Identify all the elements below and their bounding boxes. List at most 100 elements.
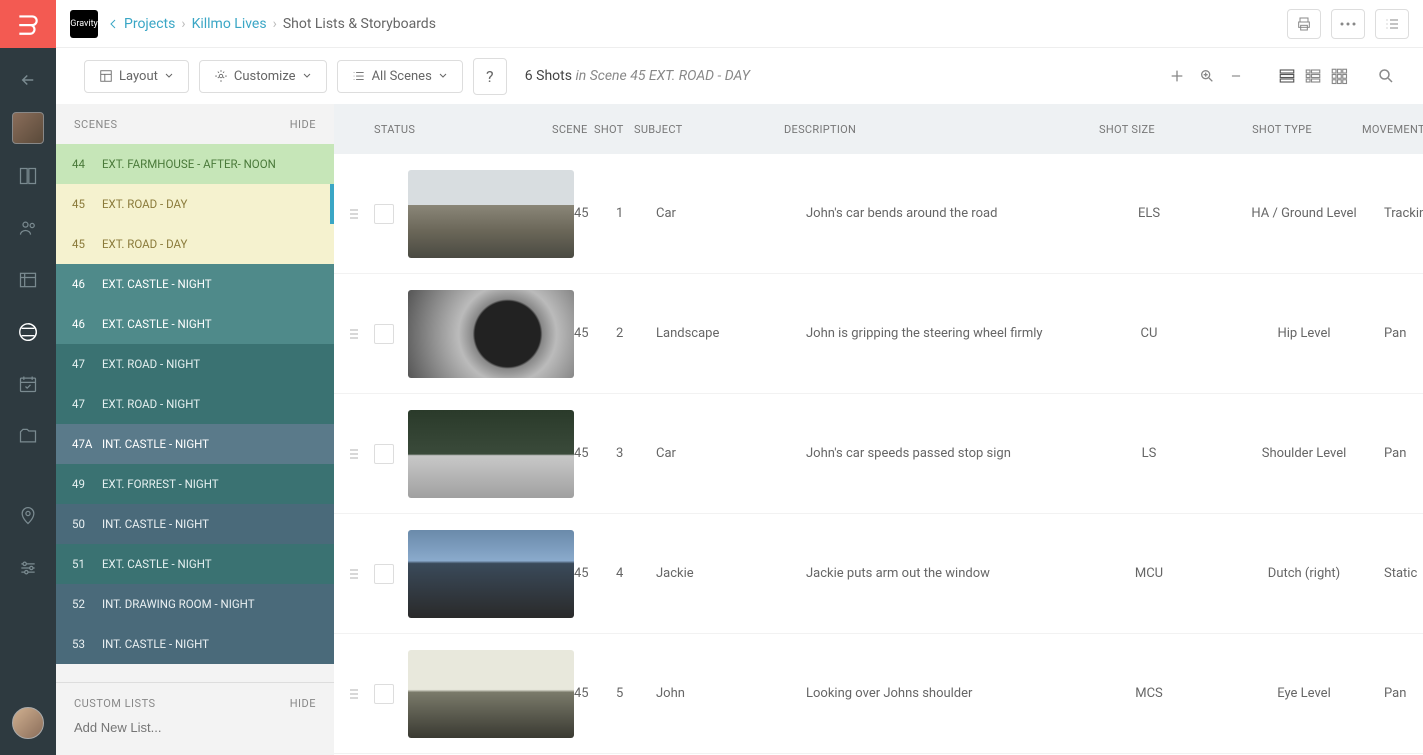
cell-subject[interactable]: Car xyxy=(656,446,806,461)
shot-thumbnail[interactable] xyxy=(408,170,574,258)
cell-subject[interactable]: Car xyxy=(656,206,806,221)
add-list-input[interactable] xyxy=(74,710,316,745)
help-button[interactable]: ? xyxy=(473,58,507,95)
col-movement[interactable]: MOVEMENT xyxy=(1362,123,1422,136)
cell-shot-size[interactable]: ELS xyxy=(1074,206,1224,221)
shot-row[interactable]: 455JohnLooking over Johns shoulderMCSEye… xyxy=(334,634,1423,754)
location-icon[interactable] xyxy=(8,496,48,536)
cell-description[interactable]: Looking over Johns shoulder xyxy=(806,686,1074,701)
cell-shot-size[interactable]: LS xyxy=(1074,446,1224,461)
cell-shot-size[interactable]: MCS xyxy=(1074,686,1224,701)
scene-item[interactable]: 47EXT. ROAD - NIGHT xyxy=(56,384,334,424)
scene-item[interactable]: 50INT. CASTLE - NIGHT xyxy=(56,504,334,544)
breadcrumb-project[interactable]: Killmo Lives xyxy=(192,16,267,32)
add-shot-button[interactable] xyxy=(1169,68,1185,84)
hide-custom-lists-button[interactable]: HIDE xyxy=(290,697,316,710)
more-options-button[interactable] xyxy=(1331,9,1365,39)
cell-subject[interactable]: John xyxy=(656,686,806,701)
shot-row[interactable]: 452LandscapeJohn is gripping the steerin… xyxy=(334,274,1423,394)
cell-description[interactable]: John is gripping the steering wheel firm… xyxy=(806,326,1074,341)
hide-scenes-button[interactable]: HIDE xyxy=(290,118,316,131)
cell-shot-size[interactable]: CU xyxy=(1074,326,1224,341)
scene-item[interactable]: 45EXT. ROAD - DAY xyxy=(56,224,334,264)
scene-item[interactable]: 51EXT. CASTLE - NIGHT xyxy=(56,544,334,584)
search-icon[interactable] xyxy=(1377,67,1395,85)
cell-subject[interactable]: Jackie xyxy=(656,566,806,581)
col-status[interactable]: STATUS xyxy=(374,123,552,136)
col-shot-type[interactable]: SHOT TYPE xyxy=(1202,123,1362,136)
drag-handle-icon[interactable] xyxy=(334,447,374,461)
scene-item[interactable]: 44EXT. FARMHOUSE - AFTER- NOON xyxy=(56,144,334,184)
cell-shot-type[interactable]: HA / Ground Level xyxy=(1224,206,1384,221)
drag-handle-icon[interactable] xyxy=(334,567,374,581)
cell-shot-type[interactable]: Shoulder Level xyxy=(1224,446,1384,461)
print-button[interactable] xyxy=(1287,9,1321,39)
cell-shot-size[interactable]: MCU xyxy=(1074,566,1224,581)
shot-row[interactable]: 453CarJohn's car speeds passed stop sign… xyxy=(334,394,1423,514)
status-checkbox[interactable] xyxy=(374,684,408,704)
drag-handle-icon[interactable] xyxy=(334,327,374,341)
collapse-button[interactable] xyxy=(1229,69,1243,83)
shot-row[interactable]: 451CarJohn's car bends around the roadEL… xyxy=(334,154,1423,274)
view-list-icon[interactable] xyxy=(1303,66,1323,86)
customize-dropdown[interactable]: Customize xyxy=(199,60,327,93)
files-icon[interactable] xyxy=(8,416,48,456)
breakdown-icon[interactable] xyxy=(8,260,48,300)
col-shot[interactable]: SHOT xyxy=(594,123,634,136)
cell-movement[interactable]: Static xyxy=(1384,566,1423,581)
project-thumbnail[interactable]: Gravity xyxy=(70,10,98,38)
cell-movement[interactable]: Pan xyxy=(1384,446,1423,461)
breadcrumb-projects[interactable]: Projects xyxy=(124,16,175,32)
shot-thumbnail[interactable] xyxy=(408,290,574,378)
people-icon[interactable] xyxy=(8,208,48,248)
col-scene[interactable]: SCENE xyxy=(552,123,594,136)
view-rows-icon[interactable] xyxy=(1277,66,1297,86)
cell-movement[interactable]: Pan xyxy=(1384,326,1423,341)
zoom-button[interactable] xyxy=(1199,68,1215,84)
settings-sliders-icon[interactable] xyxy=(8,548,48,588)
cell-scene: 45 xyxy=(574,446,616,461)
cell-shot-type[interactable]: Eye Level xyxy=(1224,686,1384,701)
scene-item[interactable]: 45EXT. ROAD - DAY xyxy=(56,184,334,224)
shot-row[interactable]: 454JackieJackie puts arm out the windowM… xyxy=(334,514,1423,634)
scene-item[interactable]: 46EXT. CASTLE - NIGHT xyxy=(56,304,334,344)
list-settings-button[interactable] xyxy=(1375,9,1409,39)
drag-handle-icon[interactable] xyxy=(334,207,374,221)
current-user-avatar[interactable] xyxy=(12,707,44,739)
cell-description[interactable]: John's car bends around the road xyxy=(806,206,1074,221)
shot-thumbnail[interactable] xyxy=(408,650,574,738)
status-checkbox[interactable] xyxy=(374,444,408,464)
schedule-icon[interactable] xyxy=(8,364,48,404)
col-subject[interactable]: SUBJECT xyxy=(634,123,784,136)
cell-movement[interactable]: Pan xyxy=(1384,686,1423,701)
view-grid-icon[interactable] xyxy=(1329,66,1349,86)
scene-item[interactable]: 47AINT. CASTLE - NIGHT xyxy=(56,424,334,464)
scene-item[interactable]: 53INT. CASTLE - NIGHT xyxy=(56,624,334,664)
back-icon[interactable] xyxy=(8,60,48,100)
scenes-filter-dropdown[interactable]: All Scenes xyxy=(337,60,463,93)
shotlist-icon[interactable] xyxy=(8,312,48,352)
drag-handle-icon[interactable] xyxy=(334,687,374,701)
shot-thumbnail[interactable] xyxy=(408,410,574,498)
boards-icon[interactable] xyxy=(8,156,48,196)
col-description[interactable]: DESCRIPTION xyxy=(784,123,1052,136)
app-logo[interactable] xyxy=(0,0,56,48)
cell-description[interactable]: John's car speeds passed stop sign xyxy=(806,446,1074,461)
status-checkbox[interactable] xyxy=(374,204,408,224)
cell-description[interactable]: Jackie puts arm out the window xyxy=(806,566,1074,581)
shot-thumbnail[interactable] xyxy=(408,530,574,618)
status-checkbox[interactable] xyxy=(374,564,408,584)
scene-item[interactable]: 52INT. DRAWING ROOM - NIGHT xyxy=(56,584,334,624)
cell-shot-type[interactable]: Hip Level xyxy=(1224,326,1384,341)
cell-shot-type[interactable]: Dutch (right) xyxy=(1224,566,1384,581)
scene-item[interactable]: 49EXT. FORREST - NIGHT xyxy=(56,464,334,504)
cell-movement[interactable]: Tracking xyxy=(1384,206,1423,221)
scene-item[interactable]: 46EXT. CASTLE - NIGHT xyxy=(56,264,334,304)
user-avatar-small[interactable] xyxy=(12,112,44,144)
status-checkbox[interactable] xyxy=(374,324,408,344)
scenes-filter-label: All Scenes xyxy=(372,69,432,84)
cell-subject[interactable]: Landscape xyxy=(656,326,806,341)
col-shot-size[interactable]: SHOT SIZE xyxy=(1052,123,1202,136)
scene-item[interactable]: 47EXT. ROAD - NIGHT xyxy=(56,344,334,384)
layout-dropdown[interactable]: Layout xyxy=(84,60,189,93)
